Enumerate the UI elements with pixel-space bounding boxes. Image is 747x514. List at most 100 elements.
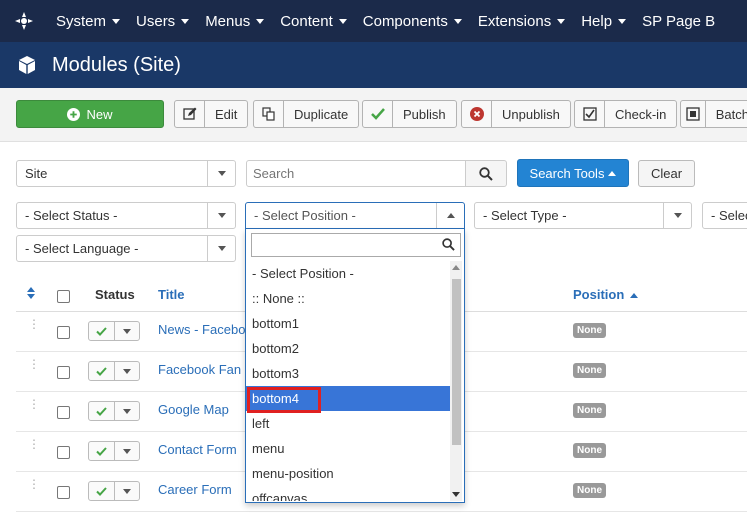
drag-handle-icon[interactable]: ⋮ [28,358,40,370]
position-dropdown-search[interactable] [251,233,461,257]
position-dropdown-panel: - Select Position - :: None :: bottom1 b… [245,229,465,503]
position-option[interactable]: offcanvas [246,486,450,501]
cube-icon [16,54,38,76]
search-input[interactable] [246,160,466,187]
type-filter-select[interactable]: - Select Type - [474,202,692,229]
unpublish-button[interactable]: Unpublish [461,100,571,128]
clear-button[interactable]: Clear [638,160,695,187]
client-select[interactable]: Site [16,160,236,187]
position-option[interactable]: left [246,411,450,436]
search-icon [442,238,455,254]
status-filter-select[interactable]: - Select Status - [16,202,236,229]
chevron-up-icon [608,170,617,176]
module-title-link[interactable]: Google Map [158,402,229,417]
ordering-icon[interactable] [26,286,36,303]
batch-icon [681,101,706,127]
check-icon [89,362,115,380]
duplicate-button[interactable]: Duplicate [253,100,360,128]
chevron-down-icon [453,18,462,24]
joomla-logo-icon[interactable] [0,0,48,42]
new-button[interactable]: New [16,100,164,128]
drag-handle-icon[interactable]: ⋮ [28,438,40,450]
check-icon [89,442,115,460]
menu-users[interactable]: Users [128,13,197,30]
status-toggle[interactable] [88,321,140,341]
position-option[interactable]: :: None :: [246,286,450,311]
position-option[interactable]: bottom2 [246,336,450,361]
row-checkbox[interactable] [57,486,70,499]
drag-handle-icon[interactable]: ⋮ [28,478,40,490]
position-option[interactable]: bottom3 [246,361,450,386]
menu-extensions[interactable]: Extensions [470,13,573,30]
row-checkbox[interactable] [57,366,70,379]
menu-help[interactable]: Help [573,13,634,30]
position-badge: None [573,443,606,458]
checkbox-icon [575,101,605,127]
position-option[interactable]: - Select Position - [246,261,450,286]
page-title: Modules (Site) [52,53,181,76]
chevron-down-icon [217,246,226,251]
status-toggle[interactable] [88,441,140,461]
toolbar: New Edit Duplicate Publish Unpublish Che… [0,88,747,142]
scrollbar-thumb[interactable] [452,279,461,445]
scroll-up-arrow-icon[interactable] [452,265,460,270]
publish-button[interactable]: Publish [362,100,457,128]
position-option-highlighted[interactable]: bottom4 [246,386,450,411]
position-badge: None [573,323,606,338]
drag-handle-icon[interactable]: ⋮ [28,318,40,330]
status-column-header[interactable]: Status [95,287,135,302]
menu-sp-page-builder[interactable]: SP Page B [634,13,723,30]
position-option[interactable]: menu-position [246,461,450,486]
edit-button[interactable]: Edit [174,100,249,128]
check-icon [363,101,393,127]
module-title-link[interactable]: Contact Form [158,442,237,457]
sort-asc-icon [629,293,638,299]
chevron-down-icon[interactable] [115,322,139,340]
position-column-header[interactable]: Position [573,287,638,302]
main-menu: System Users Menus Content Components Ex… [48,13,723,30]
status-toggle[interactable] [88,481,140,501]
chevron-down-icon [618,18,627,24]
search-button[interactable] [465,160,507,187]
edit-icon [175,101,205,127]
module-title-link[interactable]: News - Facebo [158,322,245,337]
position-option[interactable]: bottom1 [246,311,450,336]
position-option[interactable]: menu [246,436,450,461]
language-filter-select[interactable]: - Select Language - [16,235,236,262]
copy-icon [254,101,284,127]
position-badge: None [573,483,606,498]
menu-menus[interactable]: Menus [197,13,272,30]
menu-content[interactable]: Content [272,13,355,30]
module-title-link[interactable]: Career Form [158,482,232,497]
check-icon [89,322,115,340]
plus-circle-icon [67,107,81,121]
status-toggle[interactable] [88,361,140,381]
dropdown-scrollbar[interactable] [450,261,462,501]
module-title-link[interactable]: Facebook Fan [158,362,241,377]
row-checkbox[interactable] [57,406,70,419]
position-badge: None [573,363,606,378]
position-filter-select[interactable]: - Select Position - [245,202,465,229]
search-icon [479,166,493,181]
chevron-down-icon [217,171,226,176]
scroll-down-arrow-icon[interactable] [452,492,460,497]
chevron-down-icon[interactable] [115,402,139,420]
select-all-checkbox[interactable] [57,290,70,303]
chevron-down-icon[interactable] [115,482,139,500]
chevron-down-icon[interactable] [115,442,139,460]
row-checkbox[interactable] [57,446,70,459]
checkin-button[interactable]: Check-in [574,100,678,128]
row-checkbox[interactable] [57,326,70,339]
menu-components[interactable]: Components [355,13,470,30]
status-toggle[interactable] [88,401,140,421]
chevron-down-icon[interactable] [115,362,139,380]
title-column-header[interactable]: Title [158,287,185,302]
drag-handle-icon[interactable]: ⋮ [28,398,40,410]
search-tools-button[interactable]: Search Tools [517,159,629,187]
chevron-down-icon [112,18,121,24]
page-header: Modules (Site) [0,42,747,88]
access-filter-select[interactable]: - Selec [702,202,747,229]
menu-system[interactable]: System [48,13,128,30]
batch-button[interactable]: Batch [680,100,747,128]
chevron-down-icon [256,18,265,24]
